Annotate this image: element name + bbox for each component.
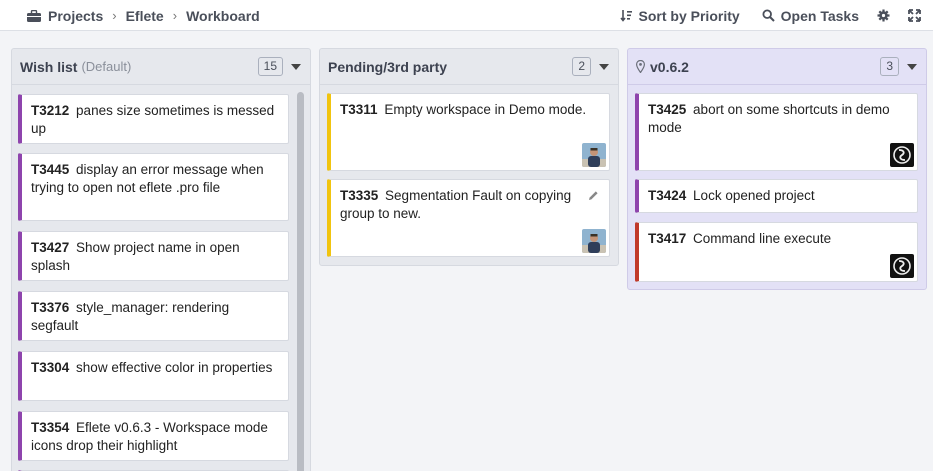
task-title[interactable]: Command line execute [693,231,831,246]
task-id[interactable]: T3424 [648,188,686,203]
sort-icon [619,10,632,22]
expand-icon [908,9,921,22]
task-title[interactable]: Lock opened project [693,188,815,203]
column-title-text: v0.6.2 [650,58,689,75]
column-count-badge: 2 [572,57,591,76]
sort-by-priority-button[interactable]: Sort by Priority [619,7,740,24]
top-bar: Projects › Eflete › Workboard Sort by Pr… [0,0,933,31]
task-id[interactable]: T3335 [340,188,378,203]
column-scrollbar[interactable] [297,92,304,471]
task-card[interactable]: T3304 show effective color in properties [18,351,289,401]
avatar[interactable] [582,229,606,253]
task-id[interactable]: T3304 [31,360,69,375]
open-tasks-button[interactable]: Open Tasks [762,8,859,24]
column-count-badge: 15 [257,57,283,76]
column-pending: Pending/3rd party 2 T3311 Empty workspac… [319,48,619,266]
task-id[interactable]: T3417 [648,231,686,246]
search-icon [762,9,775,22]
column-default-label: (Default) [81,59,132,74]
task-card[interactable]: T3424 Lock opened project [635,179,918,213]
task-id[interactable]: T3427 [31,240,69,255]
task-card[interactable]: T3354 Eflete v0.6.3 - Workspace mode ico… [18,411,289,461]
fullscreen-button[interactable] [908,9,921,22]
task-id[interactable]: T3376 [31,300,69,315]
breadcrumb-workboard[interactable]: Workboard [186,8,260,24]
pencil-icon[interactable] [588,190,599,201]
task-card[interactable]: T3376 style_manager: rendering segfault [18,291,289,341]
chevron-down-icon[interactable] [291,63,301,70]
avatar[interactable] [890,143,914,167]
task-card[interactable]: T3425 abort on some shortcuts in demo mo… [635,93,918,171]
task-card[interactable]: T3311 Empty workspace in Demo mode. [327,93,610,171]
column-header: Pending/3rd party 2 [320,49,618,85]
task-card[interactable]: T3427 Show project name in open splash [18,231,289,281]
task-id[interactable]: T3425 [648,102,686,117]
gear-icon [877,9,890,22]
task-id[interactable]: T3445 [31,162,69,177]
column-title: Pending/3rd party [328,59,572,75]
task-card[interactable]: T3335 Segmentation Fault on copying grou… [327,179,610,257]
chevron-down-icon[interactable] [907,63,917,70]
breadcrumb-projects[interactable]: Projects [48,8,103,24]
breadcrumb-eflete[interactable]: Eflete [126,8,164,24]
column-wish-list: Wish list (Default) 15 T3212 panes size … [11,48,311,471]
column-title-text: Wish list [20,58,78,75]
breadcrumb: Projects › Eflete › Workboard [27,0,260,31]
task-id[interactable]: T3311 [340,102,378,117]
task-id[interactable]: T3212 [31,103,69,118]
chevron-down-icon[interactable] [599,63,609,70]
column-count-badge: 3 [880,57,899,76]
column-header: v0.6.2 3 [628,49,926,85]
column-header: Wish list (Default) 15 [12,49,310,85]
column-title: v0.6.2 [636,59,880,75]
pin-icon [636,60,645,73]
task-card[interactable]: T3445 display an error message when tryi… [18,153,289,221]
open-tasks-label: Open Tasks [780,7,859,24]
briefcase-icon [27,9,41,22]
avatar[interactable] [890,254,914,278]
sort-label: Sort by Priority [638,7,740,24]
board-actions: Sort by Priority Open Tasks [598,0,921,31]
column-title-text: Pending/3rd party [328,58,448,75]
column-title: Wish list (Default) [20,59,258,75]
chevron-right-icon: › [172,8,178,23]
column-milestone: v0.6.2 3 T3425 abort on some shortcuts i… [627,48,927,290]
chevron-right-icon: › [112,8,117,23]
avatar[interactable] [582,143,606,167]
task-card[interactable]: T3212 panes size sometimes is messed up [18,94,289,144]
task-card[interactable]: T3417 Command line execute [635,222,918,282]
task-id[interactable]: T3354 [31,420,69,435]
task-title[interactable]: show effective color in properties [76,360,272,375]
settings-button[interactable] [877,9,890,22]
task-title[interactable]: Empty workspace in Demo mode. [384,102,586,117]
